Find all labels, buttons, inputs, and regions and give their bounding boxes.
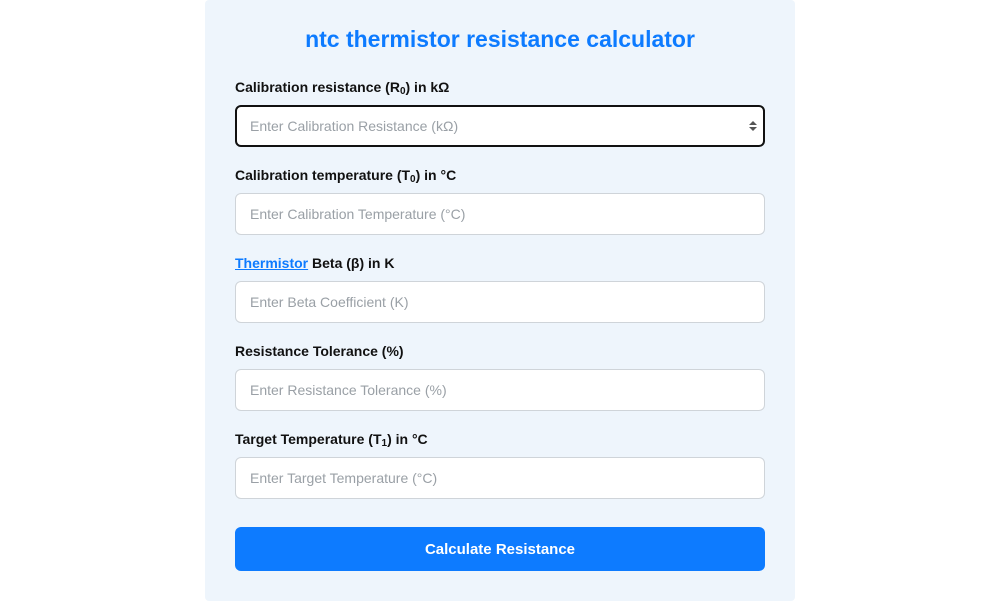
- page-title: ntc thermistor resistance calculator: [235, 26, 765, 53]
- label-target-temperature: Target Temperature (T1) in °C: [235, 431, 765, 447]
- input-wrap: [235, 193, 765, 235]
- input-wrap: [235, 105, 765, 147]
- field-tolerance: Resistance Tolerance (%): [235, 343, 765, 411]
- calculator-panel: ntc thermistor resistance calculator Cal…: [205, 0, 795, 601]
- calibration-temperature-input[interactable]: [235, 193, 765, 235]
- field-calibration-resistance: Calibration resistance (R0) in kΩ: [235, 79, 765, 147]
- input-wrap: [235, 457, 765, 499]
- field-beta: Thermistor Beta (β) in K: [235, 255, 765, 323]
- number-stepper[interactable]: [749, 121, 757, 131]
- input-wrap: [235, 281, 765, 323]
- field-calibration-temperature: Calibration temperature (T0) in °C: [235, 167, 765, 235]
- label-calibration-resistance: Calibration resistance (R0) in kΩ: [235, 79, 765, 95]
- field-target-temperature: Target Temperature (T1) in °C: [235, 431, 765, 499]
- target-temperature-input[interactable]: [235, 457, 765, 499]
- chevron-up-icon: [749, 121, 757, 125]
- tolerance-input[interactable]: [235, 369, 765, 411]
- thermistor-link[interactable]: Thermistor: [235, 255, 308, 271]
- calibration-resistance-input[interactable]: [235, 105, 765, 147]
- label-beta: Thermistor Beta (β) in K: [235, 255, 765, 271]
- calculate-button[interactable]: Calculate Resistance: [235, 527, 765, 571]
- beta-input[interactable]: [235, 281, 765, 323]
- input-wrap: [235, 369, 765, 411]
- label-calibration-temperature: Calibration temperature (T0) in °C: [235, 167, 765, 183]
- label-tolerance: Resistance Tolerance (%): [235, 343, 765, 359]
- chevron-down-icon: [749, 127, 757, 131]
